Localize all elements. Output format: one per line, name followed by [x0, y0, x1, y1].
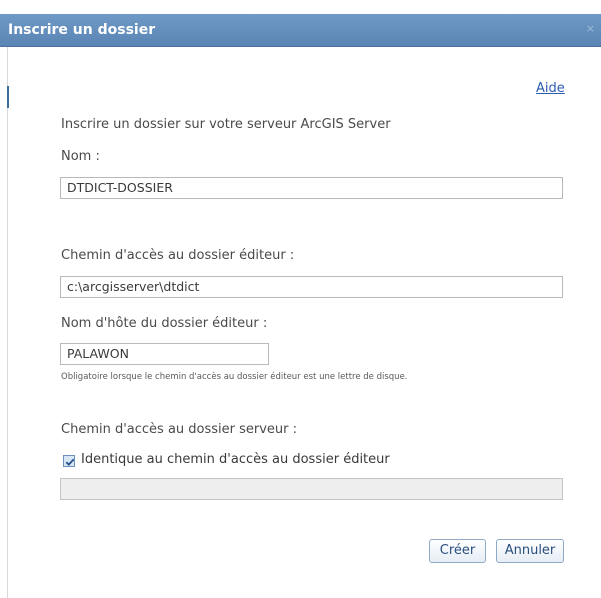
help-link[interactable]: Aide: [536, 81, 565, 96]
register-folder-dialog: Inscrire un dossier × Aide Inscrire un d…: [0, 0, 601, 598]
cancel-button[interactable]: Annuler: [496, 539, 564, 563]
server-path-input: [60, 478, 563, 500]
create-button[interactable]: Créer: [429, 539, 486, 563]
dialog-left-border: [7, 46, 8, 598]
close-icon[interactable]: ×: [586, 22, 595, 35]
name-label: Nom :: [61, 149, 100, 164]
dialog-title: Inscrire un dossier: [8, 22, 156, 38]
server-path-label: Chemin d'accès au dossier serveur :: [61, 422, 298, 437]
name-input[interactable]: DTDICT-DOSSIER: [60, 177, 563, 199]
intro-text: Inscrire un dossier sur votre serveur Ar…: [61, 117, 391, 132]
same-as-publisher-label[interactable]: Identique au chemin d'accès au dossier é…: [81, 452, 390, 467]
publisher-path-label: Chemin d'accès au dossier éditeur :: [61, 248, 295, 263]
dialog-edge-marker: [7, 86, 9, 108]
dialog-titlebar[interactable]: Inscrire un dossier ×: [0, 14, 601, 47]
same-as-publisher-checkbox[interactable]: [63, 455, 75, 467]
publisher-host-note: Obligatoire lorsque le chemin d'accès au…: [61, 372, 408, 382]
publisher-path-input[interactable]: c:\arcgisserver\dtdict: [60, 276, 563, 298]
publisher-host-input[interactable]: PALAWON: [60, 343, 269, 365]
checkmark-icon: [65, 458, 75, 466]
publisher-host-label: Nom d'hôte du dossier éditeur :: [61, 316, 268, 331]
